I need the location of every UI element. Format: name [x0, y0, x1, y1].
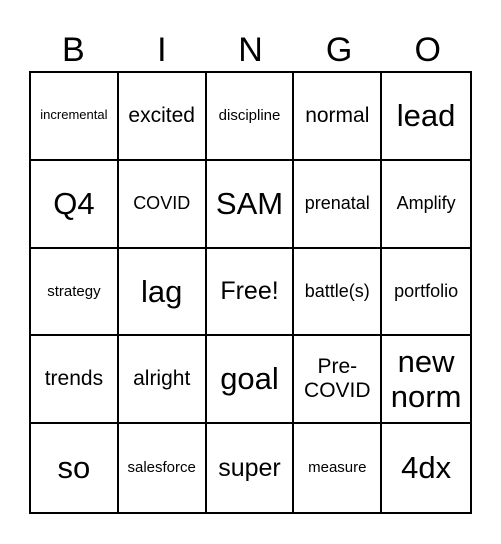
bingo-cell[interactable]: incremental: [31, 73, 119, 161]
header-letter-b: B: [61, 31, 85, 69]
bingo-cell[interactable]: strategy: [31, 248, 119, 337]
cell-text: new norm: [390, 343, 462, 415]
cell-text: SAM: [215, 185, 284, 221]
bingo-cell[interactable]: excited: [118, 73, 207, 161]
bingo-cell[interactable]: 4dx: [382, 424, 470, 512]
cell-text: goal: [220, 361, 279, 397]
bingo-cell[interactable]: COVID: [118, 160, 207, 249]
bingo-cell[interactable]: Q4: [31, 160, 119, 249]
cell-text: incremental: [40, 107, 108, 123]
header-letter-n: N: [238, 31, 263, 69]
bingo-cell[interactable]: so: [31, 424, 119, 512]
bingo-cell[interactable]: normal: [294, 73, 383, 161]
bingo-cell[interactable]: prenatal: [294, 160, 383, 249]
cell-text: 4dx: [401, 450, 452, 486]
cell-text: normal: [305, 103, 370, 127]
bingo-cell[interactable]: super: [207, 424, 295, 512]
cell-text: COVID: [133, 193, 191, 214]
header-letter-o: O: [414, 31, 441, 69]
header-letter-i: I: [157, 31, 167, 69]
bingo-grid: incremental excited discipline normal le…: [29, 71, 472, 514]
bingo-cell[interactable]: Amplify: [382, 161, 470, 249]
cell-text: lead: [396, 98, 456, 134]
cell-text: portfolio: [394, 281, 459, 302]
bingo-cell[interactable]: new norm: [382, 336, 470, 425]
cell-text: so: [57, 450, 91, 486]
cell-text: battle(s): [304, 281, 370, 302]
bingo-cell[interactable]: SAM: [206, 160, 295, 249]
bingo-cell[interactable]: measure: [294, 424, 383, 512]
cell-text: salesforce: [127, 459, 196, 477]
cell-text: alright: [133, 367, 191, 391]
cell-text: trends: [44, 367, 104, 391]
cell-text: prenatal: [304, 193, 370, 214]
bingo-cell[interactable]: trends: [31, 336, 119, 425]
cell-text: strategy: [47, 282, 101, 300]
bingo-cell[interactable]: alright: [118, 336, 207, 425]
bingo-cell[interactable]: Pre- COVID: [294, 336, 383, 425]
bingo-cell[interactable]: battle(s): [294, 248, 383, 337]
cell-text: super: [218, 453, 281, 482]
bingo-cell[interactable]: discipline: [206, 73, 295, 161]
cell-text: Pre- COVID: [304, 355, 371, 403]
bingo-cell[interactable]: salesforce: [119, 424, 207, 512]
bingo-header: B I N G O: [29, 28, 472, 72]
cell-text: discipline: [218, 107, 281, 125]
free-space-cell[interactable]: Free!: [206, 248, 295, 337]
cell-text: Amplify: [396, 193, 456, 214]
bingo-cell[interactable]: lag: [118, 248, 207, 337]
bingo-cell[interactable]: lead: [382, 73, 470, 161]
cell-text: excited: [128, 103, 195, 127]
cell-text: measure: [308, 459, 367, 477]
cell-text: lag: [141, 273, 183, 309]
cell-text: Free!: [220, 277, 279, 306]
bingo-cell[interactable]: portfolio: [382, 249, 470, 337]
bingo-cell[interactable]: goal: [206, 336, 295, 425]
header-letter-g: G: [325, 31, 353, 69]
cell-text: Q4: [53, 185, 95, 221]
